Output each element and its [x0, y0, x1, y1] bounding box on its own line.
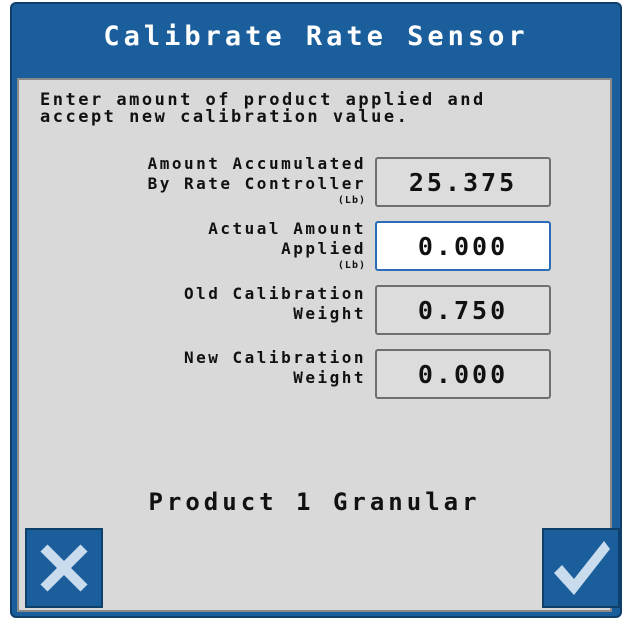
instruction-text: Enter amount of product applied and acce…	[40, 90, 486, 127]
actual-amount-applied-input[interactable]: 0.000	[375, 221, 551, 271]
title-bar: Calibrate Rate Sensor	[12, 4, 620, 68]
old-calibration-weight-label: Old Calibration Weight	[184, 284, 366, 323]
actual-amount-applied-label: Actual Amount Applied	[208, 219, 366, 258]
amount-accumulated-value: 25.375	[375, 157, 551, 207]
old-calibration-weight-value: 0.750	[375, 285, 551, 335]
new-calibration-weight-label: New Calibration Weight	[184, 348, 366, 387]
amount-accumulated-unit: (Lb)	[337, 195, 366, 206]
calibration-panel: Enter amount of product applied and acce…	[17, 78, 620, 612]
product-name: Product 1 Granular	[148, 488, 481, 516]
close-icon	[40, 544, 88, 592]
amount-accumulated-label: Amount Accumulated By Rate Controller	[147, 154, 366, 193]
cancel-button[interactable]	[25, 528, 103, 608]
checkmark-icon	[554, 541, 610, 595]
window-title: Calibrate Rate Sensor	[103, 20, 529, 52]
actual-amount-applied-unit: (Lb)	[337, 260, 366, 271]
calibrate-rate-sensor-window: Calibrate Rate Sensor Enter amount of pr…	[10, 2, 622, 618]
accept-button[interactable]	[542, 528, 620, 608]
new-calibration-weight-value: 0.000	[375, 349, 551, 399]
